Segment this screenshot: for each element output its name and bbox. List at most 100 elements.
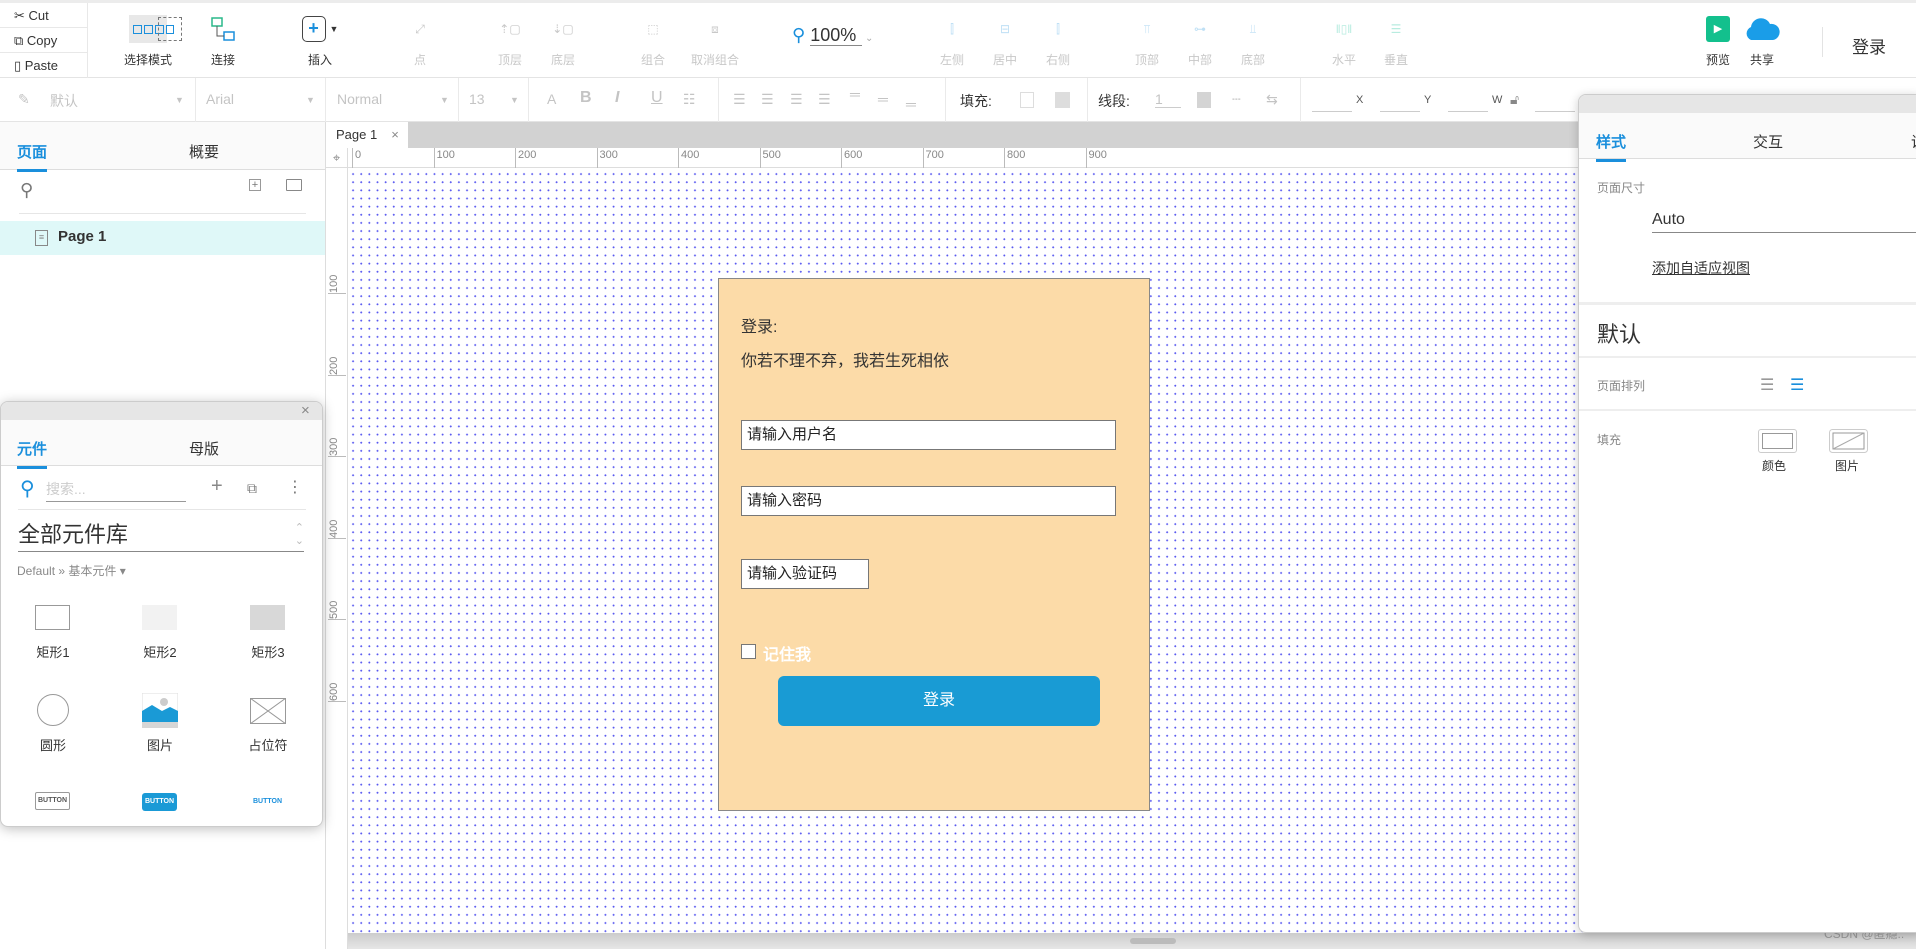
align-bottom-button[interactable]: ⫫ 底部 [1218,13,1288,68]
library-stack-icon[interactable]: ⧉ [247,480,257,497]
style-select[interactable]: 默认 [50,91,78,111]
fill-color-swatch[interactable] [1020,92,1034,108]
align-text-center-icon[interactable]: ☰ [761,91,774,108]
crosshair-icon[interactable]: ⌖ [326,148,348,168]
ruler-tick-label: 300 [328,427,346,457]
align-text-left-icon[interactable]: ☰ [733,91,746,108]
remember-checkbox[interactable] [741,644,756,659]
page-size-select[interactable]: Auto [1652,211,1916,233]
library-breadcrumb[interactable]: Default » 基本元件 ▾ [17,562,126,579]
copy-button[interactable]: ⧉ Copy [0,28,88,53]
close-icon[interactable]: × [391,127,399,142]
tab-notes[interactable]: 说 [1911,131,1916,152]
search-icon[interactable]: ⚲ [20,180,33,201]
tab-style[interactable]: 样式 [1596,131,1627,162]
shadow-swatch[interactable] [1055,92,1070,108]
login-button[interactable]: 登录 [778,676,1100,726]
divider [1087,78,1088,122]
align-left-icon[interactable]: ☰ [1760,375,1774,395]
placeholder-icon[interactable] [250,698,286,724]
tab-interactions[interactable]: 交互 [1753,131,1783,152]
style-name[interactable]: 默认 [1597,317,1641,349]
connect-button[interactable]: 连接 [188,13,258,68]
x-input[interactable] [1312,111,1352,112]
paste-button[interactable]: ▯ Paste [0,53,88,78]
font-size-select[interactable]: 13 [469,91,485,107]
captcha-input[interactable]: 请输入验证码 [741,559,869,589]
tab-masters[interactable]: 母版 [189,438,219,459]
password-input[interactable]: 请输入密码 [741,486,1116,516]
scrollbar-thumb[interactable] [1130,938,1176,944]
list-icon[interactable]: ☷ [683,91,696,108]
panel-drag-handle[interactable] [1,402,322,420]
rectangle-2-icon[interactable] [142,605,177,630]
library-select[interactable]: 全部元件库 ⌃ ⌄ [18,517,304,552]
share-button[interactable]: 共享 [1727,13,1797,68]
point-button[interactable]: ⤢ 点 [385,13,455,68]
ruler-tick-label: 500 [328,590,346,620]
scissors-icon: ✂ [14,8,29,23]
y-input[interactable] [1380,111,1420,112]
add-folder-icon[interactable] [286,179,302,191]
arrow-style-icon[interactable]: ⇆ [1266,91,1278,108]
align-text-right-icon[interactable]: ☰ [790,91,803,108]
send-back-icon: ⇣▢ [552,22,574,36]
fill-color-button[interactable] [1758,429,1797,453]
close-icon[interactable]: × [301,402,310,419]
add-library-icon[interactable]: + [211,475,223,498]
tab-outline[interactable]: 概要 [189,141,219,162]
page-icon: ≡ [35,230,48,246]
underline-icon[interactable]: U [651,89,663,107]
username-input[interactable]: 请输入用户名 [741,420,1116,450]
tab-pages[interactable]: 页面 [17,141,48,172]
circle-icon[interactable] [37,694,69,726]
font-weight-select[interactable]: Normal [337,91,382,107]
tab-page-1[interactable]: Page 1 × [326,122,408,148]
widget-search-input[interactable]: 搜索... [46,479,186,502]
line-color-swatch[interactable] [1197,92,1211,108]
remember-label[interactable]: 记住我 [763,641,811,665]
cut-button[interactable]: ✂ Cut [0,3,88,28]
fill-image-button[interactable] [1829,429,1868,453]
panel-drag-handle[interactable] [1579,95,1916,113]
ungroup-button[interactable]: ⧈ 取消组合 [680,13,750,68]
line-width-input[interactable]: 1 [1155,91,1181,108]
page-list-item[interactable]: ≡ Page 1 [0,221,325,255]
line-style-icon[interactable]: ┄ [1232,91,1240,108]
login-form-panel[interactable]: 登录: 你若不理不弃，我若生死相依 请输入用户名 请输入密码 请输入验证码 记住… [718,278,1150,811]
clipboard-icon: ▯ [14,58,25,73]
w-input[interactable] [1448,111,1488,112]
lock-icon[interactable]: 🔓︎ [1510,91,1519,108]
align-right-button[interactable]: ⫿ 右侧 [1023,13,1093,68]
insert-button[interactable]: + ▼ 插入 [285,13,355,68]
zoom-select[interactable]: ⚲ 100% ⌄ [792,25,873,46]
distribute-vertical-button[interactable]: ☰ 垂直 [1361,13,1431,68]
h-input[interactable] [1535,111,1575,112]
image-icon[interactable] [142,693,178,728]
align-text-justify-icon[interactable]: ☰ [818,91,831,108]
align-center-icon[interactable]: ☰ [1790,375,1804,395]
tab-widgets[interactable]: 元件 [17,438,48,469]
fill-color-label: 颜色 [1762,459,1787,473]
ruler-tick-label: 100 [328,264,346,294]
login-link[interactable]: 登录 [1852,33,1886,58]
italic-icon[interactable]: I [615,89,619,107]
rectangle-3-icon[interactable] [250,605,285,630]
add-page-icon[interactable]: + [249,179,261,191]
valign-top-icon[interactable]: ═ [850,86,860,102]
horizontal-scrollbar[interactable] [348,933,1916,949]
rectangle-1-icon[interactable] [35,605,70,630]
font-select[interactable]: Arial [206,91,234,107]
button-widget[interactable]: BUTTON [35,792,70,810]
font-color-icon[interactable]: A [547,91,556,107]
valign-bottom-icon[interactable]: ═ [906,96,916,112]
add-adaptive-view-link[interactable]: 添加自适应视图 [1652,258,1750,278]
search-icon: ⚲ [20,478,35,500]
link-button-widget[interactable]: BUTTON [250,793,285,811]
bold-icon[interactable]: B [580,89,592,107]
primary-button-widget[interactable]: BUTTON [142,793,177,811]
group-button[interactable]: ⬚ 组合 [618,13,688,68]
valign-middle-icon[interactable]: ═ [878,91,888,107]
more-menu-icon[interactable]: ⋮ [287,477,303,497]
send-back-button[interactable]: ⇣▢ 底层 [528,13,598,68]
